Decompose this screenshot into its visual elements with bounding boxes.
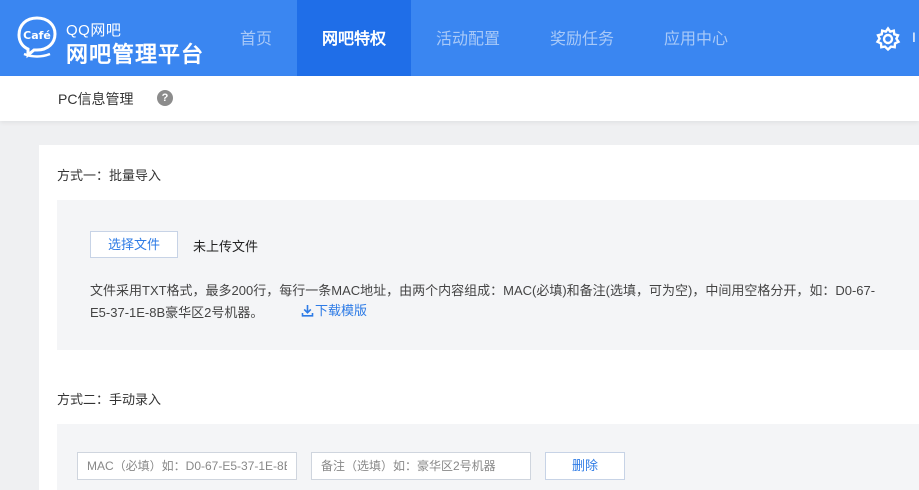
- nav-item-reward-tasks[interactable]: 奖励任务: [538, 0, 626, 76]
- nav-item-privileges[interactable]: 网吧特权: [297, 0, 411, 76]
- description-line-1: 文件采用TXT格式，最多200行，每行一条MAC地址，由两个内容组成：MAC(必…: [90, 283, 876, 298]
- logo-text: Café: [23, 29, 51, 42]
- nav-item-activity-config[interactable]: 活动配置: [425, 0, 511, 76]
- page-title: PC信息管理: [58, 91, 134, 107]
- import-description: 文件采用TXT格式，最多200行，每行一条MAC地址，由两个内容组成：MAC(必…: [90, 280, 875, 324]
- main-card: 方式一：批量导入 选择文件 未上传文件 文件采用TXT格式，最多200行，每行一…: [39, 145, 919, 490]
- method1-title: 方式一：批量导入: [57, 168, 162, 183]
- question-icon[interactable]: ?: [157, 90, 173, 106]
- brand-name-main: 网吧管理平台: [66, 42, 205, 67]
- nav-item-app-center[interactable]: 应用中心: [652, 0, 740, 76]
- manual-entry-panel: 删除: [57, 424, 919, 490]
- mac-address-input[interactable]: [77, 452, 297, 480]
- description-line-2: E5-37-1E-8B豪华区2号机器。: [90, 305, 264, 320]
- batch-import-panel: 选择文件 未上传文件 文件采用TXT格式，最多200行，每行一条MAC地址，由两…: [57, 200, 919, 350]
- sub-header: PC信息管理 ?: [0, 76, 919, 121]
- choose-file-button[interactable]: 选择文件: [90, 231, 178, 258]
- top-navigation-bar: Café QQ网吧 网吧管理平台 首页 网吧特权 活动配置 奖励任务 应用中心 …: [0, 0, 919, 76]
- note-input[interactable]: [311, 452, 531, 480]
- user-menu-partial[interactable]: I: [912, 29, 916, 45]
- download-icon: [301, 305, 314, 317]
- file-status-text: 未上传文件: [193, 239, 259, 254]
- method2-title: 方式二：手动录入: [57, 392, 162, 407]
- download-template-label: 下载模版: [315, 303, 368, 318]
- nav-item-home[interactable]: 首页: [222, 0, 290, 76]
- download-template-link[interactable]: 下载模版: [301, 300, 367, 322]
- cafe-logo-icon: Café: [17, 16, 57, 59]
- gear-icon[interactable]: [875, 26, 901, 52]
- delete-button[interactable]: 删除: [545, 452, 625, 480]
